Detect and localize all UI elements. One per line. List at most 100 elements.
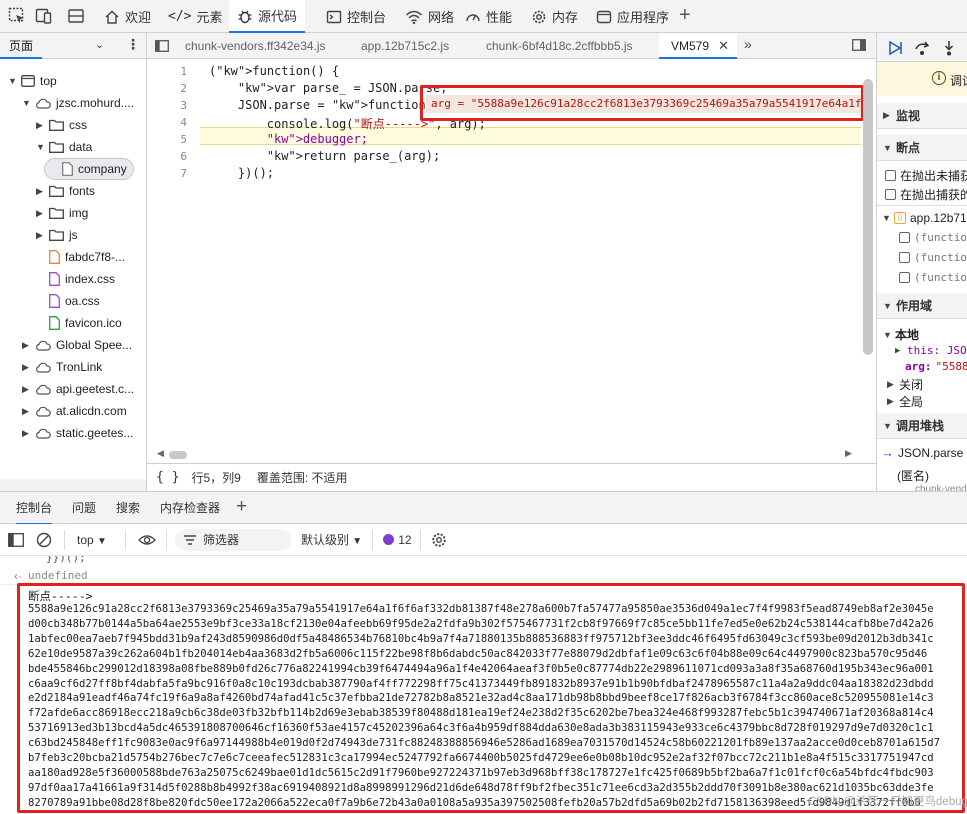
chevron-down-icon[interactable]: ⌄ (95, 38, 104, 51)
breakpoint-item[interactable]: (functio (899, 251, 967, 264)
chevron-down-icon[interactable]: ▼ (36, 142, 45, 152)
tab-elements[interactable]: </> 元素 (162, 0, 229, 33)
tree-item[interactable]: ▶ img (36, 202, 88, 224)
scope-global[interactable]: ▶ 全局 (887, 393, 923, 410)
drawer-tab-console[interactable]: 控制台 (16, 492, 53, 525)
horizontal-scrollbar-thumb[interactable] (169, 451, 187, 459)
breakpoint-file[interactable]: ▼ {} app.12b71 (882, 211, 967, 225)
log-level-dropdown[interactable]: 默认级别 ▼ (301, 531, 362, 548)
tab-sources[interactable]: 源代码 (229, 0, 306, 33)
checkbox[interactable] (885, 189, 896, 200)
resume-icon[interactable] (887, 40, 903, 56)
scroll-left-icon[interactable]: ◀ (157, 448, 164, 459)
chevron-right-icon[interactable]: ▶ (36, 230, 44, 241)
chevron-right-icon[interactable]: ▶ (22, 428, 30, 439)
line-number[interactable]: 4 (147, 116, 187, 129)
section-callstack[interactable]: ▼ 调用堆栈 (877, 413, 967, 439)
clear-console-icon[interactable] (36, 532, 52, 548)
line-number[interactable]: 7 (147, 167, 187, 180)
tree-item[interactable]: oa.css (36, 290, 100, 312)
context-selector[interactable]: top ▼ (77, 533, 107, 547)
checkbox[interactable] (885, 170, 896, 181)
code-editor[interactable]: 1 ("kw">function() { 2 "kw">var parse_ = J… (147, 59, 876, 463)
section-watch[interactable]: ▶ 监视 (877, 103, 967, 129)
tree-item[interactable]: ▼ data (36, 136, 92, 158)
vertical-scrollbar-thumb[interactable] (863, 79, 873, 355)
line-number[interactable]: 6 (147, 150, 187, 163)
tab-welcome[interactable]: 欢迎 (98, 0, 157, 33)
line-number[interactable]: 2 (147, 82, 187, 95)
checkbox[interactable] (899, 272, 910, 283)
chevron-down-icon[interactable]: ▼ (8, 76, 17, 86)
chevron-right-icon[interactable]: ▶ (22, 362, 30, 373)
tab-page[interactable]: 页面 (0, 33, 43, 59)
chevron-right-icon[interactable]: ▶ (36, 208, 44, 219)
drawer-tab-memory-inspector[interactable]: 内存检查器 (160, 492, 220, 525)
section-breakpoints[interactable]: ▼ 断点 (877, 135, 967, 161)
chevron-right-icon[interactable]: ▶ (36, 120, 44, 131)
toggle-debugger-icon[interactable] (852, 39, 866, 51)
drawer-tab-issues[interactable]: 问题 (72, 492, 96, 525)
chevron-down-icon[interactable]: ▼ (22, 98, 31, 108)
editor-tab-app[interactable]: app.12b715c2.js (349, 33, 461, 59)
scroll-right-icon[interactable]: ▶ (845, 448, 852, 459)
issues-counter[interactable]: 12 (383, 533, 412, 547)
horizontal-scrollbar[interactable] (0, 479, 146, 491)
tree-item[interactable]: index.css (36, 268, 115, 290)
line-number[interactable]: 5 (147, 133, 187, 146)
toggle-navigator-icon[interactable] (155, 40, 169, 52)
tree-item[interactable]: ▶ js (36, 224, 78, 246)
editor-tab-chunk-vendors[interactable]: chunk-vendors.ff342e34.js (173, 33, 338, 59)
add-tab-icon[interactable]: + (679, 4, 691, 27)
code-line[interactable]: })(); (209, 166, 274, 180)
step-into-icon[interactable] (941, 40, 957, 56)
scope-arg[interactable]: arg: "5588 (905, 360, 967, 373)
gear-icon[interactable] (431, 532, 447, 548)
editor-tab-chunk-6bf4[interactable]: chunk-6bf4d18c.2cffbbb5.js (474, 33, 645, 59)
add-drawer-tab-icon[interactable]: + (236, 496, 247, 518)
sidebar-toggle-icon[interactable] (8, 532, 24, 547)
tab-performance[interactable]: 性能 (459, 0, 518, 33)
chevron-right-icon[interactable]: ▶ (22, 406, 30, 417)
line-number[interactable]: 3 (147, 99, 187, 112)
close-icon[interactable]: ✕ (718, 33, 729, 59)
checkbox[interactable] (899, 232, 910, 243)
pause-uncaught-option[interactable]: 在抛出未捕获 (885, 167, 967, 184)
callstack-frame[interactable]: (匿名) (897, 467, 929, 484)
tab-network[interactable]: 网络 (399, 0, 460, 33)
tree-item[interactable]: ▶ at.alicdn.com (22, 400, 127, 422)
tree-item[interactable]: ▶ static.geetes... (22, 422, 133, 444)
line-number[interactable]: 1 (147, 65, 187, 78)
code-line[interactable]: "kw">debugger; (209, 132, 368, 146)
scope-this[interactable]: ▶ this: JSON (895, 344, 967, 357)
drawer-tab-search[interactable]: 搜索 (116, 492, 140, 525)
inspect-element-icon[interactable] (8, 7, 26, 25)
tree-item[interactable]: ▼ top (8, 70, 57, 92)
checkbox[interactable] (899, 252, 910, 263)
tree-item[interactable]: ▼ jzsc.mohurd.... (22, 92, 134, 114)
chevron-right-icon[interactable]: ▶ (22, 384, 30, 395)
console-filter-input[interactable]: 筛选器 (174, 528, 291, 551)
code-line[interactable]: ("kw">function() { (209, 64, 339, 78)
device-toggle-icon[interactable] (35, 7, 53, 25)
tab-console[interactable]: 控制台 (320, 0, 392, 33)
more-options-icon[interactable]: ⋮ (126, 36, 140, 53)
tree-item[interactable]: ▶ api.geetest.c... (22, 378, 134, 400)
editor-tab-vm579[interactable]: VM579 ✕ (659, 33, 738, 59)
eye-icon[interactable] (138, 533, 156, 547)
section-scope[interactable]: ▼ 作用域 (877, 293, 967, 319)
tab-memory[interactable]: 内存 (525, 0, 584, 33)
scope-local[interactable]: ▼ 本地 (883, 326, 919, 343)
tree-item[interactable]: fabdc7f8-... (36, 246, 125, 268)
step-over-icon[interactable] (914, 40, 932, 56)
code-line[interactable]: "kw">var parse_ = JSON.parse; (209, 81, 448, 95)
tree-item[interactable]: ▶ css (36, 114, 87, 136)
tab-application[interactable]: 应用程序 (590, 0, 675, 33)
chevron-right-icon[interactable]: ▶ (22, 340, 30, 351)
breakpoint-item[interactable]: (functio (899, 271, 967, 284)
more-tabs-icon[interactable]: » (744, 36, 752, 52)
tree-item[interactable]: ▶ TronLink (22, 356, 102, 378)
coverage-status[interactable]: 覆盖范围: 不适用 (257, 469, 348, 486)
chevron-right-icon[interactable]: ▶ (36, 186, 44, 197)
callstack-frame-current[interactable]: → JSON.parse (881, 445, 963, 460)
